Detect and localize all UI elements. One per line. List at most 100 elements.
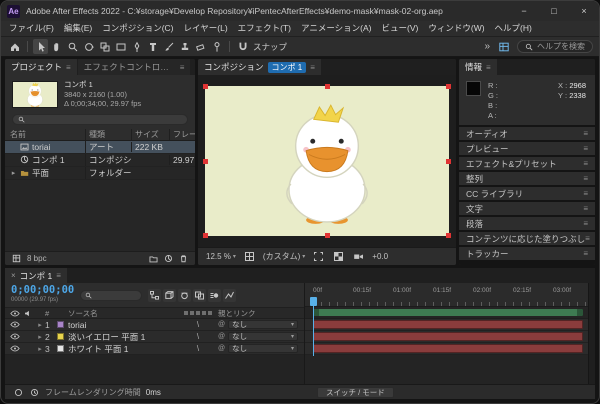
interpret-footage-icon[interactable] <box>12 254 21 263</box>
layer-name[interactable]: toriai <box>68 320 178 330</box>
eye-icon[interactable] <box>10 333 20 340</box>
tab-composition[interactable]: コンポジション コンポ 1 ≡ <box>198 59 321 75</box>
panel-paragraph[interactable]: 段落≡ <box>459 217 595 230</box>
selection-handle[interactable] <box>325 233 330 238</box>
timeline-search-input[interactable] <box>80 290 142 301</box>
column-name[interactable]: 名前 <box>5 129 85 140</box>
brush-tool-icon[interactable] <box>161 39 176 54</box>
maximize-button[interactable]: □ <box>539 1 569 21</box>
project-row-comp1[interactable]: コンポ 1 コンポジション 29.97 <box>5 154 195 167</box>
clock-icon[interactable] <box>29 387 40 398</box>
pickwhip-icon[interactable]: @ <box>218 345 225 352</box>
expand-caret-icon[interactable]: ▸ <box>35 345 45 353</box>
layer-duration-bar[interactable] <box>313 332 583 341</box>
parent-select[interactable]: なし▾ <box>228 344 298 353</box>
current-time-indicator[interactable] <box>313 298 314 356</box>
composition-viewer[interactable] <box>198 75 456 247</box>
project-thumbnail[interactable] <box>12 81 58 108</box>
bit-depth-label[interactable]: 8 bpc <box>27 254 47 263</box>
project-row-heimen[interactable]: ▸ 平面 フォルダー <box>5 167 195 180</box>
puppet-pin-tool-icon[interactable] <box>209 39 224 54</box>
toolbar-overflow-button[interactable]: » <box>484 41 490 52</box>
grid-guides-icon[interactable] <box>243 250 256 263</box>
menu-view[interactable]: ビュー(V) <box>377 21 424 36</box>
selection-handle[interactable] <box>446 84 451 89</box>
layer-name[interactable]: 淡いイエロー 平面 1 <box>68 331 178 343</box>
column-type[interactable]: 種類 <box>85 129 131 140</box>
selection-handle[interactable] <box>325 84 330 89</box>
eraser-tool-icon[interactable] <box>193 39 208 54</box>
tab-project[interactable]: プロジェクト ≡ <box>5 59 77 75</box>
graph-editor-icon[interactable] <box>223 289 236 302</box>
menu-window[interactable]: ウィンドウ(W) <box>423 21 489 36</box>
magnification-select[interactable]: 12.5 %▾ <box>206 252 236 261</box>
panel-menu-icon[interactable]: ≡ <box>583 249 588 258</box>
expand-caret-icon[interactable]: ▸ <box>35 333 45 341</box>
panel-cc-libraries[interactable]: CC ライブラリ≡ <box>459 187 595 200</box>
hide-shy-layers-icon[interactable] <box>178 289 191 302</box>
label-color-chip[interactable] <box>57 345 64 352</box>
column-fps[interactable]: フレー <box>169 129 195 140</box>
menu-effect[interactable]: エフェクト(T) <box>233 21 296 36</box>
time-ruler[interactable]: 00f 00:15f 01:00f 01:15f 02:00f 02:15f 0… <box>305 283 588 307</box>
draft-3d-icon[interactable] <box>163 289 176 302</box>
tab-timeline-comp[interactable]: × コンポ 1 ≡ <box>5 268 67 283</box>
pickwhip-icon[interactable]: @ <box>218 333 225 340</box>
snap-magnet-icon[interactable] <box>235 39 250 54</box>
menu-file[interactable]: ファイル(F) <box>4 21 59 36</box>
pan-behind-tool-icon[interactable] <box>97 39 112 54</box>
panel-content-aware-fill[interactable]: コンテンツに応じた塗りつぶし≡ <box>459 232 595 245</box>
selection-handle[interactable] <box>203 233 208 238</box>
parent-select[interactable]: なし▾ <box>228 320 298 329</box>
quality-switch-icon[interactable]: \ <box>178 344 218 353</box>
tab-effect-controls[interactable]: エフェクトコントロール ホワイト ≡ <box>78 59 191 75</box>
eye-icon[interactable] <box>10 321 20 328</box>
selection-handle[interactable] <box>446 159 451 164</box>
motion-blur-icon[interactable] <box>208 289 221 302</box>
composition-canvas[interactable] <box>205 86 449 236</box>
panel-menu-icon[interactable]: ≡ <box>583 129 588 138</box>
playhead-icon[interactable] <box>310 297 317 306</box>
selection-handle[interactable] <box>446 233 451 238</box>
pen-tool-icon[interactable] <box>129 39 144 54</box>
tab-info[interactable]: 情報 ≡ <box>459 59 497 75</box>
timeline-scrollbar[interactable] <box>588 283 595 384</box>
hand-tool-icon[interactable] <box>49 39 64 54</box>
switch-mode-button[interactable]: スイッチ / モード <box>317 387 394 398</box>
type-tool-icon[interactable] <box>145 39 160 54</box>
panel-tracker[interactable]: トラッカー≡ <box>459 247 595 260</box>
panel-character[interactable]: 文字≡ <box>459 202 595 215</box>
label-color-chip[interactable] <box>57 321 64 328</box>
source-name-column[interactable]: ソース名 <box>68 308 178 319</box>
snap-label[interactable]: スナップ <box>253 41 287 53</box>
panel-menu-icon[interactable]: ≡ <box>583 144 588 153</box>
workspace-icon[interactable] <box>496 39 511 54</box>
close-button[interactable]: × <box>569 1 599 21</box>
panel-effects-presets[interactable]: エフェクト&プリセット≡ <box>459 157 595 170</box>
new-composition-icon[interactable] <box>164 254 173 263</box>
panel-menu-icon[interactable]: ≡ <box>583 204 588 213</box>
layer-row-1[interactable]: ▸ 1 toriai \ @ なし▾ <box>5 319 304 331</box>
menu-edit[interactable]: 編集(E) <box>59 21 97 36</box>
resolution-select[interactable]: (カスタム)▾ <box>263 251 305 262</box>
panel-menu-icon[interactable]: ≡ <box>310 63 315 72</box>
panel-menu-icon[interactable]: ≡ <box>180 63 185 72</box>
quality-switch-icon[interactable]: \ <box>178 332 218 341</box>
zoom-tool-icon[interactable] <box>65 39 80 54</box>
frame-blending-icon[interactable] <box>193 289 206 302</box>
panel-menu-icon[interactable]: ≡ <box>66 63 71 72</box>
render-status-icon[interactable] <box>13 387 24 398</box>
help-search-input[interactable]: ヘルプを検索 <box>517 40 593 53</box>
orbit-tool-icon[interactable] <box>81 39 96 54</box>
layer-duration-bar[interactable] <box>313 320 583 329</box>
trash-icon[interactable] <box>179 254 188 263</box>
menu-layer[interactable]: レイヤー(L) <box>179 21 233 36</box>
transparency-grid-icon[interactable] <box>332 250 345 263</box>
panel-menu-icon[interactable]: ≡ <box>583 174 588 183</box>
project-list-header[interactable]: 名前 種類 サイズ フレー <box>5 129 195 141</box>
project-search-input[interactable] <box>12 114 188 125</box>
camera-icon[interactable] <box>352 250 365 263</box>
label-color-chip[interactable] <box>57 333 64 340</box>
pickwhip-icon[interactable]: @ <box>218 321 225 328</box>
work-area-bar[interactable] <box>313 309 583 316</box>
